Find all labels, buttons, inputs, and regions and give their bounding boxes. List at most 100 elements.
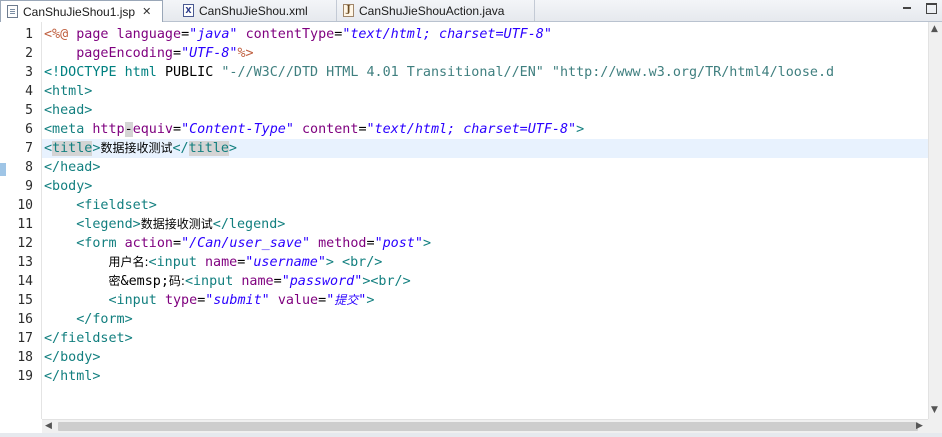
horizontal-scroll-thumb[interactable] (58, 422, 918, 431)
code-line[interactable]: </body> (44, 348, 100, 367)
code-token: "http://www.w3.org/TR/html4/loose.d (551, 65, 835, 80)
code-line[interactable]: <body> (44, 177, 92, 196)
code-token: = (366, 236, 375, 251)
code-token: = (173, 236, 182, 251)
code-line[interactable]: <fieldset> (44, 196, 157, 215)
tab-canshujieshou1-jsp[interactable]: CanShuJieShou1.jsp ✕ (0, 0, 163, 22)
code-token: <br/> (370, 274, 411, 289)
code-token: <!DOCTYPE html (44, 65, 165, 80)
code-token: <fieldset> (76, 198, 157, 213)
code-token: type (164, 293, 198, 308)
code-token: > (422, 236, 431, 251)
code-token: contentType (245, 27, 335, 42)
code-token: "text/html; charset=UTF-8" (366, 122, 577, 137)
code-line[interactable]: <meta http-equiv="Content-Type" content=… (44, 120, 584, 139)
line-number: 9 (25, 179, 33, 194)
java-file-icon: J (343, 4, 354, 17)
line-number: 15 (17, 293, 33, 308)
code-token: <meta (44, 122, 85, 137)
code-token: equiv (132, 122, 173, 137)
code-token: language (116, 27, 182, 42)
line-number: 8 (25, 160, 33, 175)
code-token: <head> (44, 103, 93, 118)
code-token: "username" (245, 255, 326, 270)
minimize-icon[interactable] (900, 1, 914, 15)
code-line[interactable]: <html> (44, 82, 92, 101)
code-token: "text/html; charset=UTF-8" (342, 27, 552, 42)
line-number-gutter: 1 2 3 4 5 6 7 8 9 10 11 12 13 14 15 16 17 18 19 (6, 22, 42, 419)
code-token: "password" (281, 274, 363, 289)
vertical-scrollbar[interactable]: ▲ ▼ (928, 22, 942, 419)
code-line[interactable]: <%@ page language="java" contentType="te… (44, 25, 552, 44)
horizontal-scrollbar[interactable]: ◀ ▶ (42, 419, 928, 433)
code-editor[interactable]: <%@ page language="java" contentType="te… (42, 22, 928, 419)
code-token: > (228, 141, 237, 156)
code-line[interactable]: </html> (44, 367, 100, 386)
code-token: <%@ (44, 27, 69, 42)
code-line[interactable]: 密&emsp;码:<input name="password"><br/> (44, 272, 411, 291)
code-line[interactable]: </head> (44, 158, 100, 177)
code-line[interactable]: <form action="/Can/user_save" method="po… (44, 234, 431, 253)
code-token: > (576, 122, 585, 137)
code-line[interactable]: <title>数据接收测试</title> (44, 139, 237, 158)
line-number: 17 (17, 331, 33, 346)
code-token: action (124, 236, 173, 251)
code-token: page (76, 27, 109, 42)
code-line[interactable]: 用户名:<input name="username"> <br/> (44, 253, 383, 272)
code-token: content (302, 122, 359, 137)
scroll-up-icon[interactable]: ▲ (931, 24, 938, 34)
code-line[interactable]: <head> (44, 101, 92, 120)
line-number: 11 (17, 217, 33, 232)
code-token: title (188, 141, 229, 156)
code-line[interactable]: <legend>数据接收测试</legend> (44, 215, 285, 234)
code-token: 数据接收测试 (100, 141, 173, 155)
code-token: method (318, 236, 367, 251)
code-token: </html> (44, 369, 101, 384)
code-line[interactable]: <!DOCTYPE html PUBLIC "-//W3C//DTD HTML … (44, 63, 834, 82)
code-line[interactable]: pageEncoding="UTF-8"%> (44, 44, 254, 63)
code-token: "Content-Type" (181, 122, 294, 137)
line-number: 4 (25, 84, 33, 99)
code-token: < (44, 141, 53, 156)
code-token: <br/> (342, 255, 383, 270)
line-number: 19 (17, 369, 33, 384)
code-token: </form> (76, 312, 133, 327)
code-line[interactable]: </form> (44, 310, 133, 329)
window-controls (900, 1, 938, 15)
code-token: name (241, 274, 274, 289)
tab-label: CanShuJieShou1.jsp (23, 4, 136, 19)
scroll-right-icon[interactable]: ▶ (916, 421, 923, 431)
code-token: <input (184, 274, 234, 289)
code-token: </ (172, 141, 189, 156)
scroll-down-icon[interactable]: ▼ (931, 405, 938, 415)
code-line[interactable]: <input type="submit" value="提交"> (44, 291, 375, 310)
maximize-icon[interactable] (924, 1, 938, 15)
code-token: </head> (44, 160, 101, 175)
code-token: 提交 (334, 293, 359, 307)
code-token: %> (237, 46, 254, 61)
line-number: 1 (25, 27, 33, 42)
tab-canshujieshou-xml[interactable]: X CanShuJieShou.xml (177, 0, 337, 21)
code-token: = (273, 274, 282, 289)
code-token: = (318, 293, 327, 308)
close-icon[interactable]: ✕ (142, 5, 151, 18)
code-token: 数据接收测试 (140, 217, 213, 231)
scroll-left-icon[interactable]: ◀ (45, 421, 52, 431)
tab-canshujieshouaction-java[interactable]: J CanShuJieShouAction.java (337, 0, 535, 21)
tab-label: CanShuJieShou.xml (199, 3, 308, 18)
line-number: 12 (17, 236, 33, 251)
code-line[interactable]: </fieldset> (44, 329, 133, 348)
line-number: 10 (17, 198, 33, 213)
line-number: 5 (25, 103, 33, 118)
